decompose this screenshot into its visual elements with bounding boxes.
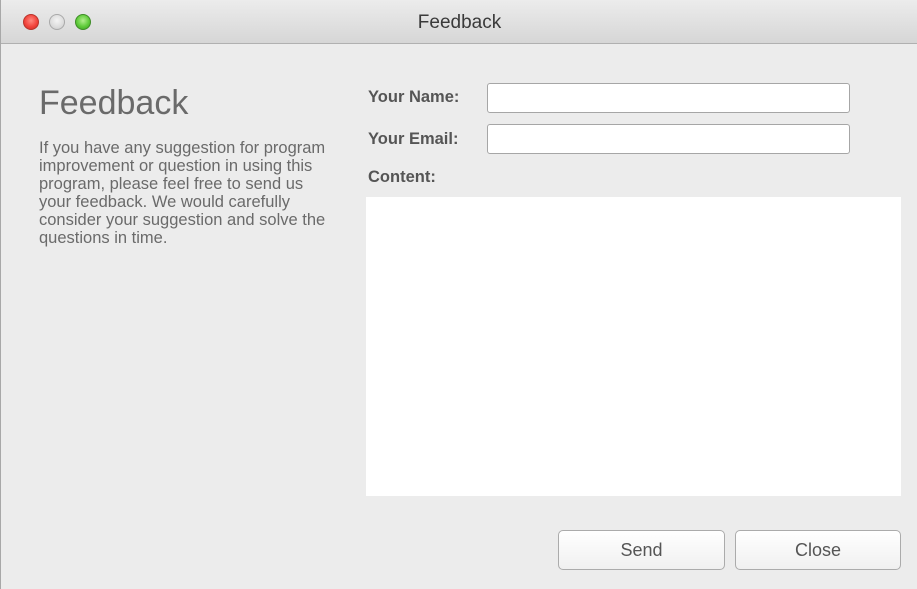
close-button[interactable]: Close [735, 530, 901, 570]
page-heading: Feedback [39, 84, 189, 122]
intro-description: If you have any suggestion for program i… [39, 139, 326, 247]
send-button[interactable]: Send [558, 530, 725, 570]
feedback-window: Feedback Feedback If you have any sugges… [0, 0, 917, 589]
email-input[interactable] [487, 124, 850, 154]
email-label: Your Email: [368, 130, 459, 148]
content-textarea[interactable] [366, 197, 901, 496]
name-label: Your Name: [368, 88, 460, 106]
title-bar[interactable]: Feedback [1, 0, 917, 44]
window-title: Feedback [417, 12, 502, 33]
content-label: Content: [368, 168, 436, 186]
name-input[interactable] [487, 83, 850, 113]
